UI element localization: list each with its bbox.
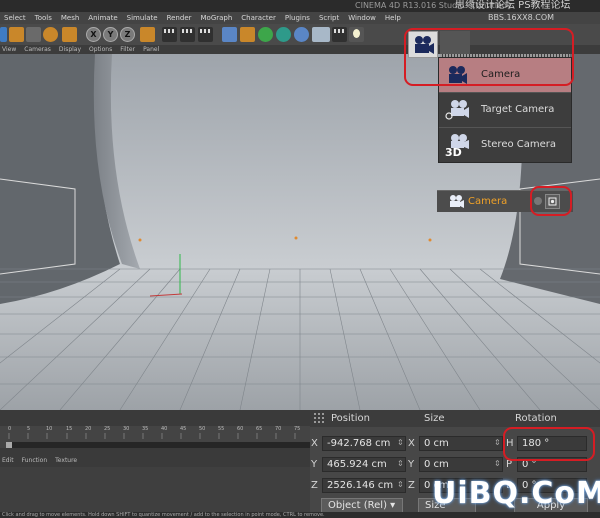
stereo-badge: 3D: [445, 146, 462, 156]
position-x-field[interactable]: -942.768 cm: [322, 436, 406, 451]
material-panel[interactable]: [0, 467, 310, 512]
vp-menu-cameras[interactable]: Cameras: [24, 46, 51, 53]
spinner-icon[interactable]: ⇕: [494, 438, 501, 447]
size-axis-x: X: [408, 438, 415, 449]
vp-menu-filter[interactable]: Filter: [120, 46, 135, 53]
menu-render[interactable]: Render: [167, 14, 192, 22]
spinner-icon[interactable]: ⇕: [397, 480, 404, 489]
menu-item-target-camera[interactable]: Target Camera: [439, 93, 571, 127]
menu-animate[interactable]: Animate: [88, 14, 117, 22]
render-region-icon[interactable]: [162, 27, 177, 42]
grip-icon: [314, 413, 324, 423]
add-icon[interactable]: [62, 27, 77, 42]
axis-label-x: X: [311, 438, 318, 449]
menu-tools[interactable]: Tools: [35, 14, 52, 22]
vp-menu-view[interactable]: View: [2, 46, 16, 53]
playhead[interactable]: [6, 442, 12, 448]
menu-select[interactable]: Select: [4, 14, 26, 22]
header-position: Position: [331, 413, 370, 424]
coord-mode-dropdown[interactable]: Object (Rel) ▾: [321, 498, 403, 513]
spinner-icon[interactable]: ⇕: [397, 459, 404, 468]
nurbs-icon[interactable]: [258, 27, 273, 42]
menu-character[interactable]: Character: [241, 14, 276, 22]
annotation-camera-activate: [530, 186, 572, 216]
menu-help[interactable]: Help: [385, 14, 401, 22]
header-size: Size: [424, 413, 445, 424]
position-z-field[interactable]: 2526.146 cm: [322, 478, 406, 493]
cursor-icon[interactable]: [0, 27, 7, 42]
size-axis-z: Z: [408, 480, 415, 491]
menu-edit[interactable]: Edit: [2, 457, 14, 467]
vp-menu-options[interactable]: Options: [89, 46, 112, 53]
size-x-field[interactable]: 0 cm: [419, 436, 503, 451]
menu-bar: Select Tools Mesh Animate Simulate Rende…: [0, 12, 600, 24]
floor-icon[interactable]: [312, 27, 330, 42]
light-icon[interactable]: [349, 27, 364, 42]
menu-item-stereo-camera[interactable]: 3D Stereo Camera: [439, 128, 571, 162]
header-rotation: Rotation: [515, 413, 557, 424]
rotate-icon[interactable]: [43, 27, 58, 42]
watermark-top: 思缘设计论坛 PS教程论坛: [455, 0, 571, 11]
axis-label-z: Z: [311, 480, 318, 491]
menu-window[interactable]: Window: [348, 14, 376, 22]
menu-item-label: Stereo Camera: [481, 139, 557, 150]
axis-label-y: Y: [311, 459, 318, 470]
vp-menu-panel[interactable]: Panel: [143, 46, 159, 53]
position-y-field[interactable]: 465.924 cm: [322, 457, 406, 472]
watermark-logo: UiBQ.CoM: [432, 476, 600, 511]
cube-icon[interactable]: [222, 27, 237, 42]
size-y-field[interactable]: 0 cm: [419, 457, 503, 472]
render-view-icon[interactable]: [180, 27, 195, 42]
object-name: Camera: [468, 196, 508, 207]
annotation-camera-menu: [404, 28, 574, 86]
material-menu: Edit Function Texture: [0, 457, 310, 467]
menu-plugins[interactable]: Plugins: [285, 14, 310, 22]
menu-item-label: Target Camera: [481, 104, 555, 115]
vp-menu-display[interactable]: Display: [59, 46, 81, 53]
spinner-icon[interactable]: ⇕: [494, 459, 501, 468]
status-text: Click and drag to move elements. Hold do…: [2, 512, 325, 518]
menu-mograph[interactable]: MoGraph: [201, 14, 233, 22]
title-bar: CINEMA 4D R13.016 Studio - [Untitled] 思缘…: [0, 0, 600, 12]
scale-icon[interactable]: [26, 27, 41, 42]
camera-icon[interactable]: [332, 27, 347, 42]
y-axis-icon[interactable]: Y: [103, 27, 118, 42]
camera-icon: [450, 195, 464, 208]
move-icon[interactable]: [9, 27, 24, 42]
spinner-icon[interactable]: ⇕: [397, 438, 404, 447]
menu-simulate[interactable]: Simulate: [127, 14, 158, 22]
z-axis-icon[interactable]: Z: [120, 27, 135, 42]
target-camera-icon: [445, 100, 469, 120]
deformer-icon[interactable]: [294, 27, 309, 42]
array-icon[interactable]: [276, 27, 291, 42]
x-axis-icon[interactable]: X: [86, 27, 101, 42]
spline-icon[interactable]: [240, 27, 255, 42]
menu-function[interactable]: Function: [22, 457, 48, 467]
stereo-camera-icon: 3D: [445, 134, 469, 156]
menu-texture[interactable]: Texture: [55, 457, 77, 467]
size-axis-y: Y: [408, 459, 415, 470]
timeline-scrubber[interactable]: [6, 442, 310, 448]
menu-script[interactable]: Script: [319, 14, 339, 22]
render-settings-icon[interactable]: [198, 27, 213, 42]
watermark-url: BBS.16XX8.COM: [488, 13, 555, 22]
annotation-rotation-h: [503, 427, 595, 461]
world-coords-icon[interactable]: [140, 27, 155, 42]
menu-mesh[interactable]: Mesh: [61, 14, 79, 22]
status-bar: Click and drag to move elements. Hold do…: [0, 512, 600, 518]
